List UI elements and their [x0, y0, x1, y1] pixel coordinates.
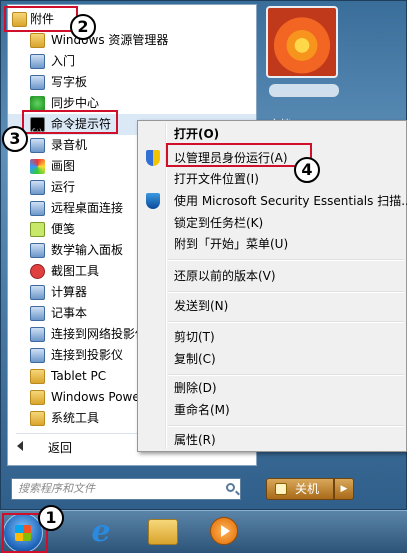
menu-separator [168, 425, 404, 427]
menu-separator [168, 259, 404, 261]
menu-item-send-to[interactable]: 发送到(N) [174, 296, 228, 316]
uac-shield-icon [146, 150, 160, 166]
user-name-blurred [269, 84, 339, 97]
security-essentials-icon [146, 193, 160, 209]
callout-1: 1 [38, 505, 64, 531]
program-item-getting-started[interactable]: 入门 [8, 51, 256, 72]
shutdown-button[interactable]: 关机 [266, 478, 334, 500]
program-label: 录音机 [51, 138, 88, 152]
program-label: 写字板 [51, 75, 88, 89]
highlight-run-as-admin [166, 143, 312, 167]
calculator-icon [30, 285, 45, 300]
remote-desktop-icon [30, 201, 45, 216]
menu-item-cut[interactable]: 剪切(T) [174, 327, 215, 347]
snipping-tool-icon [30, 264, 45, 279]
menu-separator [168, 374, 404, 376]
program-label: 连接到网络投影仪 [51, 327, 148, 341]
menu-item-scan-mse[interactable]: 使用 Microsoft Security Essentials 扫描... [174, 191, 407, 211]
search-input[interactable]: 搜索程序和文件 [11, 478, 241, 500]
program-label: Windows 资源管理器 [51, 33, 169, 47]
wordpad-icon [30, 75, 45, 90]
program-label: 连接到投影仪 [51, 348, 124, 362]
program-label: 系统工具 [51, 411, 100, 425]
menu-item-pin-start[interactable]: 附到「开始」菜单(U) [174, 234, 288, 254]
back-arrow-icon [17, 441, 23, 451]
projector-icon [30, 348, 45, 363]
program-label: 计算器 [51, 285, 88, 299]
program-label: 同步中心 [51, 96, 100, 110]
program-label: 画图 [51, 159, 76, 173]
back-label: 返回 [48, 441, 73, 455]
run-icon [30, 180, 45, 195]
callout-4: 4 [294, 157, 320, 183]
menu-item-open-file-location[interactable]: 打开文件位置(I) [174, 169, 259, 189]
explorer-icon [30, 33, 45, 48]
program-label: 便笺 [51, 222, 76, 236]
context-menu: 打开(O) 以管理员身份运行(A) 打开文件位置(I) 使用 Microsoft… [137, 120, 407, 452]
sync-center-icon [30, 96, 45, 111]
callout-3: 3 [2, 126, 28, 152]
menu-item-pin-taskbar[interactable]: 锁定到任务栏(K) [174, 213, 263, 233]
sticky-notes-icon [30, 222, 45, 237]
math-input-icon [30, 243, 45, 258]
program-label: 远程桌面连接 [51, 201, 124, 215]
menu-separator [168, 321, 404, 323]
network-projector-icon [30, 327, 45, 342]
highlight-accessories [4, 6, 78, 32]
menu-item-delete[interactable]: 删除(D) [174, 378, 217, 398]
search-placeholder: 搜索程序和文件 [18, 482, 95, 495]
paint-icon [30, 159, 45, 174]
menu-separator [168, 291, 404, 293]
internet-explorer-icon[interactable]: e [84, 515, 118, 549]
folder-icon [30, 369, 45, 384]
menu-item-copy[interactable]: 复制(C) [174, 349, 216, 369]
shutdown-options-button[interactable]: ▶ [334, 478, 354, 500]
menu-item-open[interactable]: 打开(O) [174, 124, 219, 144]
media-player-icon[interactable] [210, 517, 238, 545]
program-label: 记事本 [51, 306, 88, 320]
program-label: 截图工具 [51, 264, 100, 278]
shutdown-label: 关机 [295, 482, 320, 496]
program-label: Tablet PC [51, 369, 107, 383]
program-item-explorer[interactable]: Windows 资源管理器 [8, 30, 256, 51]
highlight-cmd [22, 110, 118, 134]
callout-2: 2 [70, 14, 96, 40]
explorer-folder-icon[interactable] [148, 519, 178, 545]
program-label: 数学输入面板 [51, 243, 124, 257]
notepad-icon [30, 306, 45, 321]
menu-item-rename[interactable]: 重命名(M) [174, 400, 230, 420]
menu-item-restore-versions[interactable]: 还原以前的版本(V) [174, 266, 276, 286]
folder-icon [30, 390, 45, 405]
program-label: 运行 [51, 180, 76, 194]
program-label: 入门 [51, 54, 76, 68]
folder-icon [30, 411, 45, 426]
user-picture[interactable] [266, 6, 338, 78]
search-icon [226, 483, 235, 492]
program-item-wordpad[interactable]: 写字板 [8, 72, 256, 93]
sound-recorder-icon [30, 138, 45, 153]
menu-gutter [165, 123, 167, 449]
getting-started-icon [30, 54, 45, 69]
menu-item-properties[interactable]: 属性(R) [174, 430, 216, 450]
shield-icon [275, 483, 287, 495]
